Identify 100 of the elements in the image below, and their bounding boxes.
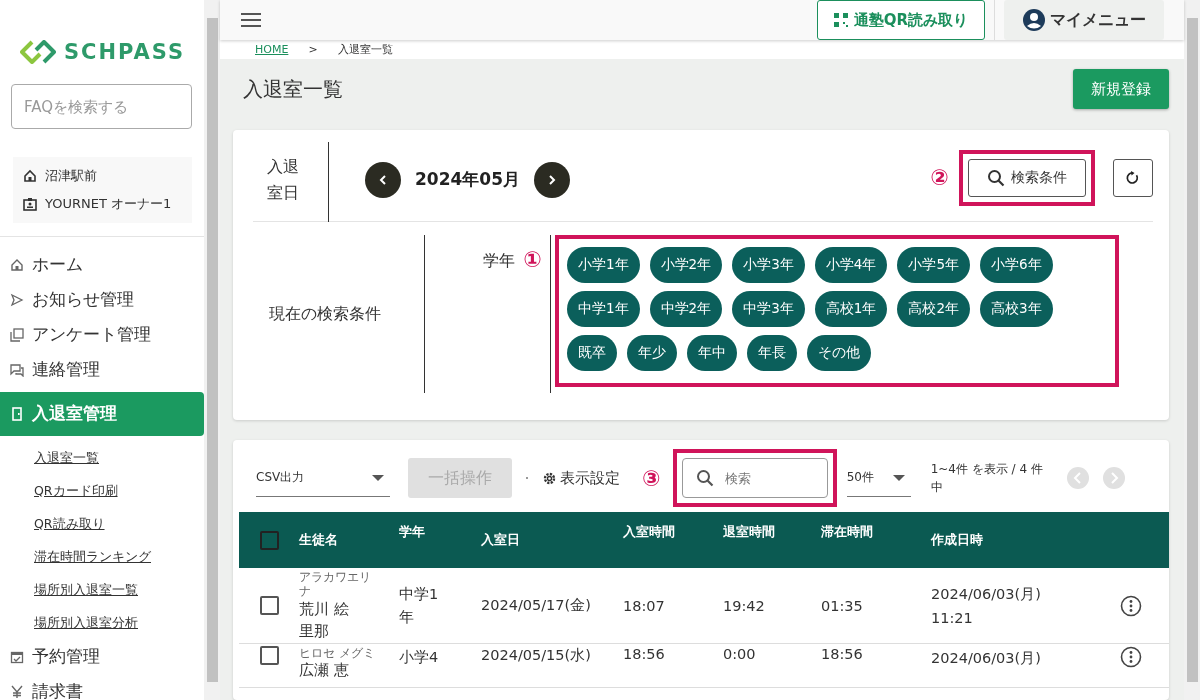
table-cell: 18:56 — [821, 646, 863, 662]
csv-select[interactable]: CSV出力 — [256, 459, 390, 497]
student-name: 荒川 絵里那 — [299, 598, 350, 642]
menu-item[interactable]: ホーム — [0, 247, 204, 282]
school-name: 沼津駅前 — [45, 167, 97, 185]
conditions-label: 現在の検索条件 — [269, 303, 381, 325]
faq-search-field[interactable]: FAQを検索する — [11, 84, 192, 129]
grade-chip: 小学3年 — [732, 247, 805, 283]
yen-icon — [10, 684, 24, 699]
submenu-link[interactable]: 入退室一覧 — [0, 441, 204, 474]
grade-chip: 小学6年 — [979, 247, 1053, 283]
annotation-number: ③ — [642, 465, 661, 491]
page-title: 入退室一覧 — [243, 75, 343, 103]
grade-chip: 小学4年 — [814, 247, 888, 283]
grade-chip: 小学2年 — [649, 247, 723, 283]
more-icon[interactable] — [1120, 594, 1142, 617]
submenu-link[interactable]: 滞在時間ランキング — [0, 540, 204, 573]
submenu-link[interactable]: 場所別入退室分析 — [0, 606, 204, 639]
account-icon — [1022, 8, 1046, 32]
table-cell-text: 中学1年 — [399, 584, 439, 627]
table-cell: 0:00 — [723, 646, 756, 662]
table-cell: 19:42 — [723, 597, 765, 614]
user-name: YOURNET オーナー1 — [45, 195, 172, 213]
breadcrumb-link[interactable]: HOME — [255, 43, 289, 56]
column-header: 退室時間 — [723, 524, 775, 539]
breadcrumb-separator: > — [308, 43, 318, 56]
search-field[interactable]: 検索 — [681, 458, 828, 498]
result-range: 1~4件 を表示 / 4 件中 — [930, 461, 1044, 496]
menu-item[interactable]: 連絡管理 — [0, 352, 204, 387]
table-cell: 18:56 — [623, 646, 665, 662]
home-icon — [23, 169, 37, 183]
scrollbar[interactable] — [204, 0, 220, 700]
next-month-button[interactable] — [534, 161, 570, 198]
table-cell-text: 2024/06/03(月) 11:21 — [931, 584, 1042, 628]
refresh-icon — [1126, 170, 1140, 185]
qr-code-icon — [833, 13, 848, 27]
row-checkbox[interactable] — [259, 596, 279, 615]
name-reading: アラカワエリナ — [299, 569, 372, 598]
caret-icon — [892, 473, 905, 482]
month-label: 2024年05月 — [415, 168, 520, 191]
grade-chip: 年長 — [747, 335, 797, 371]
table-cell: 2024/05/15(水) — [481, 647, 591, 663]
grade-chip: 高校1年 — [814, 291, 888, 327]
grade-chip: 年中 — [687, 335, 737, 371]
grade-chip: 中学2年 — [649, 291, 723, 327]
submenu-link[interactable]: QR読み取り — [0, 507, 204, 540]
more-icon[interactable] — [1120, 646, 1142, 668]
menu-item[interactable]: アンケート管理 — [0, 317, 204, 352]
chevron-left-icon — [378, 173, 388, 186]
student-name: 広瀬 恵 — [299, 660, 350, 680]
reset-button[interactable] — [1113, 158, 1153, 197]
display-settings-link[interactable]: 表示設定 — [542, 468, 620, 488]
menu-icon[interactable] — [240, 12, 262, 28]
date-label: 入退室日 — [267, 155, 300, 204]
prev-month-button[interactable] — [365, 161, 401, 198]
door-icon — [10, 407, 24, 421]
home-icon — [10, 257, 24, 272]
caret-icon — [372, 473, 384, 482]
grade-label: 学年 — [483, 250, 516, 272]
grade-chip: 高校3年 — [979, 291, 1053, 327]
grade-chip: 小学5年 — [897, 247, 970, 283]
row-checkbox[interactable] — [259, 646, 279, 665]
grade-chip: 中学1年 — [567, 291, 640, 327]
column-header: 学年 — [399, 524, 425, 539]
column-header: 生徒名 — [299, 531, 338, 547]
qr-scan-button[interactable]: 通塾QR読み取り — [816, 0, 985, 40]
menu-item[interactable]: 予約管理 — [0, 639, 204, 674]
select-value: 50件 — [846, 469, 874, 486]
my-menu-button[interactable]: マイメニュー — [1004, 0, 1164, 40]
per-page-select[interactable]: 50件 — [846, 459, 911, 497]
grade-chip: 既卒 — [567, 335, 617, 371]
grade-chip: 年少 — [627, 335, 677, 371]
select-value: CSV出力 — [256, 469, 305, 486]
menu-item[interactable]: 入退室管理 — [0, 392, 204, 436]
menu-item[interactable]: お知らせ管理 — [0, 282, 204, 317]
annotation-number: ② — [930, 165, 949, 190]
menu-item[interactable]: 請求書 — [0, 674, 204, 700]
name-reading: ヒロセ メグミ — [299, 646, 376, 660]
table-cell-text: 小学4 — [399, 648, 439, 667]
select-all-checkbox[interactable] — [259, 530, 279, 550]
search-conditions-button[interactable]: 検索条件 — [968, 158, 1086, 197]
submenu-link[interactable]: QRカード印刷 — [0, 474, 204, 507]
search-icon — [987, 168, 1005, 187]
new-button[interactable]: 新規登録 — [1073, 69, 1169, 109]
annotation-number: ① — [523, 247, 542, 272]
grade-chip: その他 — [807, 335, 871, 371]
settings-icon — [542, 470, 557, 486]
grade-chip: 中学3年 — [732, 291, 805, 327]
scrollbar[interactable] — [1184, 0, 1200, 700]
survey-icon — [10, 327, 24, 342]
column-header: 滞在時間 — [821, 524, 873, 539]
table-cell: 01:35 — [821, 597, 863, 614]
column-header: 入室時間 — [623, 524, 675, 539]
logo-text: SCHPASS — [64, 40, 186, 64]
table-cell: 2024/05/17(金) — [481, 597, 591, 613]
table-cell-text: 2024/06/03(月) — [931, 649, 1042, 668]
breadcrumb-current: 入退室一覧 — [337, 42, 393, 57]
chevron-right-icon — [547, 173, 557, 186]
grade-chip: 小学1年 — [567, 247, 640, 283]
submenu-link[interactable]: 場所別入退室一覧 — [0, 573, 204, 606]
